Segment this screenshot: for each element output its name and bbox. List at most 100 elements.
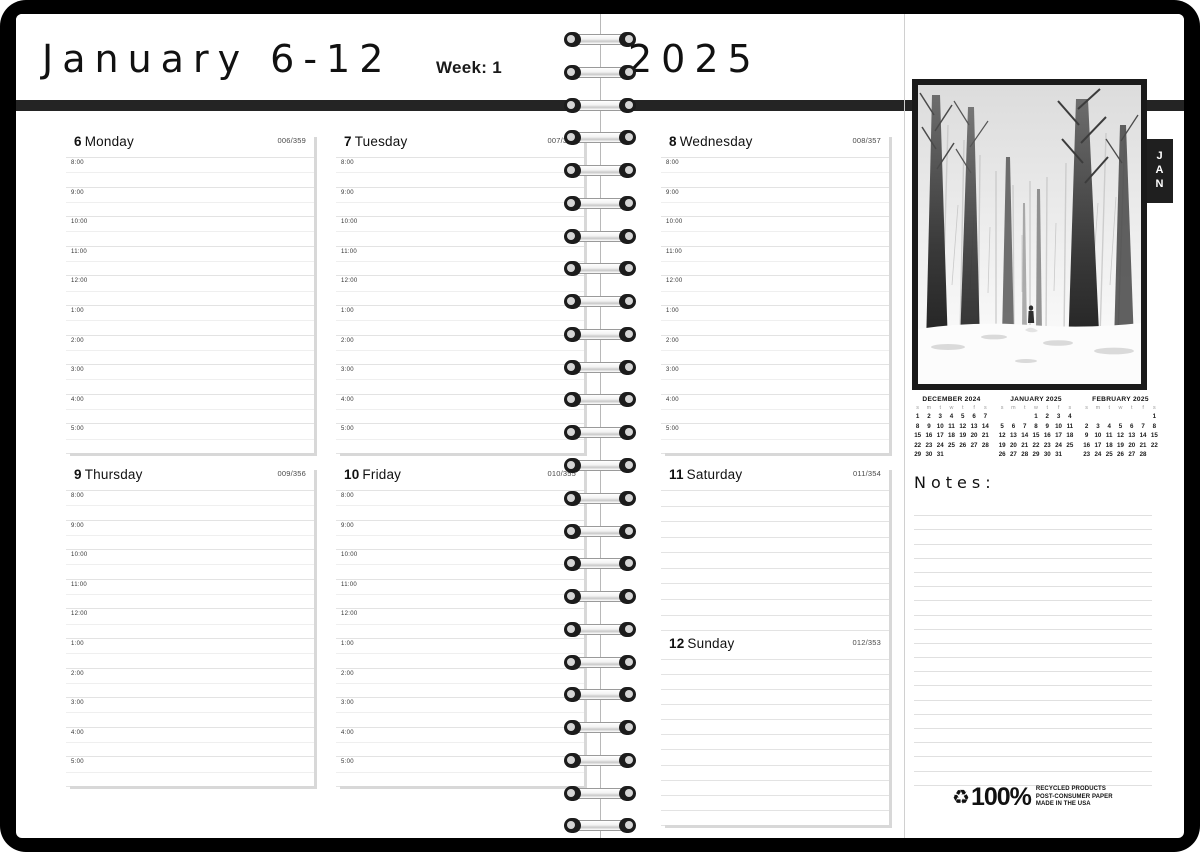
mini-calendar-day[interactable]: 28 [980, 442, 991, 451]
notes-ruled-line[interactable] [914, 757, 1152, 772]
ruled-line[interactable] [661, 616, 889, 632]
time-slot[interactable]: 2:00 [66, 669, 314, 699]
time-slot[interactable]: 5:00 [336, 757, 584, 787]
time-slot[interactable]: 10:00 [661, 217, 889, 247]
time-slot[interactable]: 4:00 [336, 728, 584, 758]
day-cell-sunday[interactable]: 12 Sunday 012/353 [661, 635, 892, 828]
notes-ruled-line[interactable] [914, 559, 1152, 573]
ruled-line[interactable] [661, 600, 889, 616]
mini-calendar-day[interactable]: 9 [1042, 423, 1053, 432]
ruled-line[interactable] [661, 660, 889, 676]
notes-ruled-line[interactable] [914, 743, 1152, 758]
ruled-line[interactable] [661, 720, 889, 736]
time-slot[interactable]: 3:00 [336, 365, 584, 395]
mini-calendar-day[interactable]: 24 [935, 442, 946, 451]
time-slot[interactable]: 5:00 [661, 424, 889, 454]
mini-calendar-day[interactable]: 19 [957, 432, 968, 441]
mini-calendar[interactable]: February 2025smtwtfs......12345678910111… [1081, 396, 1160, 460]
day-cell-monday[interactable]: 6 Monday 006/359 8:00 9:00 10:00 11:00 12:00 1:0… [66, 133, 317, 456]
mini-calendar-day[interactable]: 15 [1149, 432, 1160, 441]
time-slot[interactable]: 11:00 [66, 247, 314, 277]
time-slot[interactable]: 1:00 [336, 306, 584, 336]
notes-ruled-line[interactable] [914, 772, 1152, 786]
mini-calendar-day[interactable]: 16 [923, 432, 934, 441]
time-slot[interactable]: 3:00 [336, 698, 584, 728]
mini-calendar-day[interactable]: 1 [1030, 413, 1041, 422]
mini-calendar[interactable]: December 2024 s m t w t f s 1 2 3 4 5 6 7 8 9 10 11 12 13 14 1… [912, 396, 991, 460]
time-slot[interactable]: 1:00 [66, 639, 314, 669]
time-slot[interactable]: 5:00 [66, 424, 314, 454]
mini-calendar-day[interactable]: 30 [923, 451, 934, 460]
mini-calendar-day[interactable]: 17 [1053, 432, 1064, 441]
ruled-line[interactable] [661, 507, 889, 523]
mini-calendar-day[interactable]: 21 [1137, 442, 1148, 451]
mini-calendar-day[interactable]: 27 [1008, 451, 1019, 460]
time-slot[interactable]: 8:00 [336, 158, 584, 188]
time-slot[interactable]: 1:00 [66, 306, 314, 336]
ruled-line[interactable] [661, 766, 889, 781]
mini-calendar-day[interactable]: 27 [1126, 451, 1137, 460]
mini-calendar-day[interactable]: 20 [968, 432, 979, 441]
mini-calendar-day[interactable]: 30 [1042, 451, 1053, 460]
mini-calendar-day[interactable]: 22 [912, 442, 923, 451]
mini-calendar-day[interactable]: 8 [1149, 423, 1160, 432]
mini-calendar-day[interactable]: 18 [1104, 442, 1115, 451]
time-slot[interactable]: 9:00 [336, 521, 584, 551]
mini-calendar-day[interactable]: 7 [980, 413, 991, 422]
time-slot[interactable]: 5:00 [336, 424, 584, 454]
mini-calendar-day[interactable]: 5 [957, 413, 968, 422]
mini-calendar-day[interactable]: 25 [946, 442, 957, 451]
time-slot[interactable]: 10:00 [66, 217, 314, 247]
time-slot[interactable]: 2:00 [661, 336, 889, 366]
notes-ruled-line[interactable] [914, 729, 1152, 744]
day-cell-friday[interactable]: 10 Friday 010/355 8:00 9:00 10:00 11:00 12:00 1:… [336, 466, 587, 789]
time-slot[interactable]: 8:00 [336, 491, 584, 521]
time-slot[interactable]: 4:00 [66, 395, 314, 425]
time-slot[interactable]: 4:00 [336, 395, 584, 425]
mini-calendar-day[interactable]: 29 [1030, 451, 1041, 460]
month-tab-jan[interactable]: J A N [1147, 139, 1173, 203]
ruled-line[interactable] [661, 781, 889, 796]
notes-ruled-line[interactable] [914, 686, 1152, 701]
ruled-line[interactable] [661, 811, 889, 826]
time-slot[interactable]: 8:00 [66, 158, 314, 188]
time-slot[interactable]: 8:00 [661, 158, 889, 188]
mini-calendar-day[interactable]: 19 [1115, 442, 1126, 451]
mini-calendar-day[interactable]: 7 [1137, 423, 1148, 432]
ruled-line[interactable] [661, 705, 889, 721]
notes-ruled-line[interactable] [914, 644, 1152, 659]
time-slot[interactable]: 12:00 [336, 609, 584, 639]
mini-calendar-day[interactable]: 14 [1137, 432, 1148, 441]
mini-calendar-day[interactable]: 26 [997, 451, 1008, 460]
ruled-line[interactable] [661, 538, 889, 554]
mini-calendar-day[interactable]: 23 [923, 442, 934, 451]
ruled-line[interactable] [661, 750, 889, 766]
notes-ruled-line[interactable] [914, 715, 1152, 729]
day-cell-wednesday[interactable]: 8 Wednesday 008/357 8:00 9:00 10:00 11:00 12:00… [661, 133, 892, 456]
mini-calendar-day[interactable]: 13 [1008, 432, 1019, 441]
time-slot[interactable]: 12:00 [66, 276, 314, 306]
ruled-line[interactable] [661, 553, 889, 569]
mini-calendar-day[interactable]: 10 [1092, 432, 1103, 441]
mini-calendar-day[interactable]: 25 [1064, 442, 1075, 451]
time-slot[interactable]: 12:00 [661, 276, 889, 306]
time-slot[interactable]: 9:00 [66, 521, 314, 551]
mini-calendar-day[interactable]: 20 [1126, 442, 1137, 451]
time-slot[interactable]: 2:00 [336, 669, 584, 699]
ruled-line[interactable] [661, 675, 889, 691]
day-slot-list[interactable]: 8:00 9:00 10:00 11:00 12:00 1:00 2:00 3:00 4:00 5… [66, 490, 314, 787]
mini-calendar-day[interactable]: 2 [923, 413, 934, 422]
mini-calendar-day[interactable]: 13 [968, 423, 979, 432]
notes-ruled-line[interactable] [914, 545, 1152, 559]
time-slot[interactable]: 12:00 [66, 609, 314, 639]
mini-calendar-day[interactable]: 2 [1081, 423, 1092, 432]
mini-calendar-day[interactable]: 14 [980, 423, 991, 432]
mini-calendar-day[interactable]: 20 [1008, 442, 1019, 451]
time-slot[interactable]: 3:00 [66, 365, 314, 395]
mini-calendar-day[interactable]: 6 [1126, 423, 1137, 432]
ruled-line[interactable] [661, 690, 889, 706]
time-slot[interactable]: 12:00 [336, 276, 584, 306]
notes-ruled-line[interactable] [914, 616, 1152, 630]
notes-ruled-line[interactable] [914, 658, 1152, 673]
mini-calendar-day[interactable]: 14 [1019, 432, 1030, 441]
